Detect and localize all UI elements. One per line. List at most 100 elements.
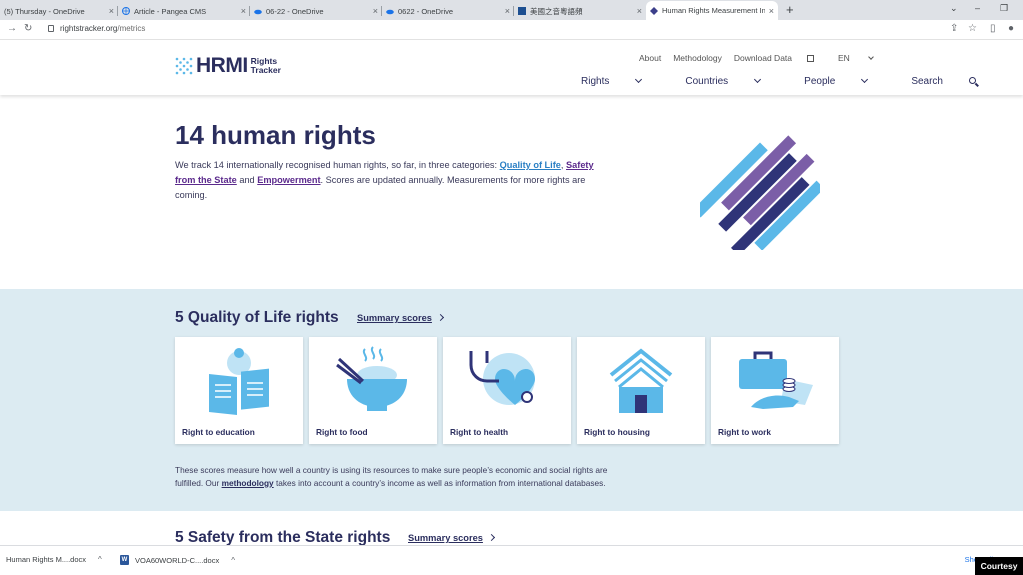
download-item-human-rights[interactable]: Human Rights M....docx ^ bbox=[6, 555, 102, 564]
nav-search[interactable]: Search bbox=[911, 76, 998, 87]
browser-tab-0622-onedrive-b[interactable]: 0622 - OneDrive × bbox=[382, 2, 514, 20]
chevron-down-icon bbox=[635, 75, 643, 84]
health-icon bbox=[469, 351, 535, 405]
download-label: Human Rights M....docx bbox=[6, 555, 87, 564]
download-bar: Human Rights M....docx ^ W VOA60WORLD-C.… bbox=[0, 545, 1023, 575]
nav-rights-label: Rights bbox=[581, 76, 610, 87]
section-title: 5 Quality of Life rights bbox=[175, 309, 339, 326]
browser-tab-voa[interactable]: 美國之音粵語頻 × bbox=[514, 2, 646, 20]
food-icon bbox=[336, 346, 407, 411]
new-tab-button[interactable]: + bbox=[786, 2, 794, 17]
restore-icon[interactable]: ❐ bbox=[1000, 3, 1008, 14]
browser-tab-hrmi[interactable]: Human Rights Measurement Init × bbox=[646, 1, 778, 20]
card-right-to-food[interactable]: Right to food bbox=[309, 337, 437, 444]
nav-people[interactable]: People bbox=[804, 75, 889, 87]
main-nav: Rights Countries People Search bbox=[581, 75, 1020, 87]
work-icon bbox=[739, 351, 813, 409]
url-field[interactable]: rightstracker.org /metrics bbox=[48, 24, 145, 33]
hrmi-favicon-icon bbox=[650, 6, 658, 15]
chevron-right-icon bbox=[436, 313, 444, 322]
search-icon bbox=[969, 77, 976, 84]
nav-people-label: People bbox=[804, 76, 836, 87]
hero-description: We track 14 internationally recognised h… bbox=[175, 158, 595, 203]
cloud-icon bbox=[386, 9, 394, 15]
language-label: EN bbox=[838, 53, 850, 63]
chevron-down-icon[interactable]: ⌄ bbox=[950, 3, 958, 14]
voa-icon bbox=[518, 7, 526, 15]
share-icon[interactable]: ⇪ bbox=[950, 23, 958, 34]
card-right-to-health[interactable]: Right to health bbox=[443, 337, 571, 444]
logo-subtitle: Rights Tracker bbox=[251, 56, 281, 76]
download-data-label: Download Data bbox=[733, 53, 793, 63]
close-icon[interactable]: × bbox=[769, 6, 774, 16]
card-right-to-work[interactable]: Right to work bbox=[711, 337, 839, 444]
section-note: These scores measure how well a country … bbox=[175, 464, 635, 490]
forward-icon[interactable]: → bbox=[7, 23, 17, 34]
page-title: 14 human rights bbox=[175, 120, 376, 150]
nav-rights[interactable]: Rights bbox=[581, 75, 663, 87]
download-data-link[interactable]: Download Data bbox=[734, 53, 826, 63]
card-right-to-education[interactable]: Right to education bbox=[175, 337, 303, 444]
language-selector[interactable]: EN bbox=[838, 53, 885, 63]
tab-label: 06-22 - OneDrive bbox=[266, 6, 324, 16]
close-icon[interactable]: × bbox=[505, 6, 510, 16]
about-link[interactable]: About bbox=[639, 53, 661, 63]
card-label: Right to food bbox=[316, 427, 368, 437]
card-label: Right to housing bbox=[584, 427, 650, 437]
tab-label: 美國之音粵語頻 bbox=[530, 6, 583, 16]
browser-tab-0622-onedrive-a[interactable]: 06-22 - OneDrive × bbox=[250, 2, 382, 20]
hrmi-logo[interactable]: HRMI Rights Tracker bbox=[175, 54, 281, 77]
word-doc-icon: W bbox=[120, 555, 129, 565]
profile-icon[interactable]: ● bbox=[1008, 23, 1014, 34]
browser-tab-thursday[interactable]: (5) Thursday - OneDrive × bbox=[0, 2, 118, 20]
url-path: /metrics bbox=[117, 24, 146, 33]
nav-search-label: Search bbox=[911, 76, 943, 87]
utility-links: About Methodology Download Data EN bbox=[639, 53, 897, 63]
logo-dots-icon bbox=[175, 57, 193, 75]
download-label: VOA60WORLD-C....docx bbox=[135, 555, 220, 565]
side-panel-icon[interactable]: ▯ bbox=[990, 23, 996, 34]
summary-scores-link[interactable]: Summary scores bbox=[357, 313, 444, 323]
download-item-voa60[interactable]: W VOA60WORLD-C....docx ^ bbox=[120, 555, 235, 565]
nav-countries[interactable]: Countries bbox=[685, 75, 782, 87]
tab-label: Human Rights Measurement Init bbox=[662, 6, 765, 15]
tab-label: 0622 - OneDrive bbox=[398, 6, 454, 16]
summary-scores-label: Summary scores bbox=[357, 313, 432, 323]
lock-icon bbox=[48, 25, 54, 32]
education-icon bbox=[209, 348, 269, 415]
quality-of-life-link[interactable]: Quality of Life bbox=[500, 160, 561, 170]
note-text-2: takes into account a country’s income as… bbox=[273, 478, 606, 488]
external-link-icon bbox=[807, 55, 815, 62]
star-icon[interactable]: ☆ bbox=[968, 23, 977, 34]
card-right-to-housing[interactable]: Right to housing bbox=[577, 337, 705, 444]
url-domain: rightstracker.org bbox=[60, 24, 118, 33]
browser-tab-bar: (5) Thursday - OneDrive × Article - Pang… bbox=[0, 0, 1023, 20]
methodology-inline-link[interactable]: methodology bbox=[222, 478, 274, 488]
close-icon[interactable]: × bbox=[241, 6, 246, 16]
chevron-down-icon bbox=[754, 75, 762, 84]
summary-scores-label: Summary scores bbox=[408, 533, 483, 543]
tab-label: (5) Thursday - OneDrive bbox=[4, 6, 85, 16]
browser-tab-pangea[interactable]: Article - Pangea CMS × bbox=[118, 2, 250, 20]
quality-of-life-section: 5 Quality of Life rights Summary scores … bbox=[0, 289, 1023, 511]
card-label: Right to education bbox=[182, 427, 255, 437]
card-label: Right to work bbox=[718, 427, 772, 437]
globe-icon bbox=[122, 7, 130, 15]
empowerment-link[interactable]: Empowerment bbox=[257, 175, 320, 185]
hero-text-3: and bbox=[236, 175, 258, 185]
nav-countries-label: Countries bbox=[685, 76, 729, 87]
close-icon[interactable]: × bbox=[637, 6, 642, 16]
hero-text-1: We track 14 internationally recognised h… bbox=[175, 160, 500, 170]
close-icon[interactable]: × bbox=[373, 6, 378, 16]
logo-text: HRMI bbox=[196, 54, 248, 77]
close-icon[interactable]: × bbox=[109, 6, 114, 16]
safety-summary-scores-link[interactable]: Summary scores bbox=[408, 533, 495, 543]
chevron-up-icon[interactable]: ^ bbox=[231, 556, 235, 565]
chevron-up-icon[interactable]: ^ bbox=[98, 555, 102, 564]
housing-icon bbox=[609, 348, 673, 413]
minimize-icon[interactable]: – bbox=[975, 3, 980, 13]
reload-icon[interactable]: ↻ bbox=[24, 23, 32, 34]
cloud-icon bbox=[254, 9, 262, 15]
methodology-link[interactable]: Methodology bbox=[673, 53, 722, 63]
chevron-right-icon bbox=[487, 533, 495, 542]
